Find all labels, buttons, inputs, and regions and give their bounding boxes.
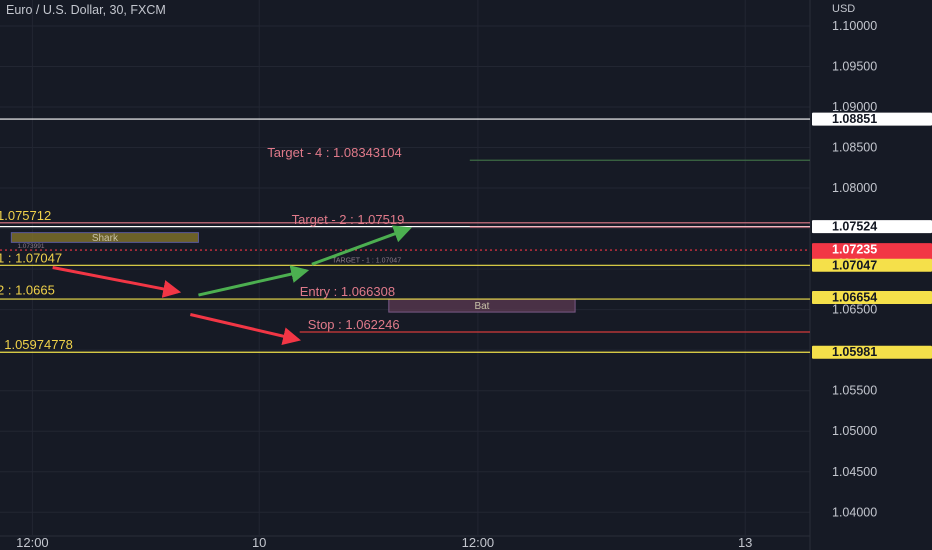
y-tick-label: 1.05000: [832, 424, 877, 438]
white-level-axis-value: 1.08851: [832, 112, 877, 126]
target-2-label: Target - 2 : 1.07519: [292, 212, 405, 227]
symbol-title[interactable]: Euro / U.S. Dollar, 30, FXCM: [6, 3, 166, 17]
y-tick-label: 1.08500: [832, 141, 877, 155]
bat-box-label: Bat: [474, 301, 489, 312]
stop-label: Stop : 1.062246: [308, 317, 400, 332]
white-level-2-axis-value: 1.07524: [832, 220, 877, 234]
target-4-label: Target - 4 : 1.08343104: [267, 145, 401, 160]
small-price-label: 1.073991: [17, 243, 44, 250]
y-tick-label: 1.04500: [832, 465, 877, 479]
level-3-axis-value: 1.05981: [832, 345, 877, 359]
current-price-axis-value: 1.07235: [832, 243, 877, 257]
shark-top-label: 1.075712: [0, 208, 51, 223]
y-tick-label: 1.10000: [832, 19, 877, 33]
entry-label: Entry : 1.066308: [300, 284, 395, 299]
y-tick-label: 1.08000: [832, 181, 877, 195]
shark-box-label: Shark: [92, 233, 119, 244]
y-tick-label: 1.06500: [832, 303, 877, 317]
level-3-label: : 1.05974778: [0, 337, 73, 352]
y-tick-label: 1.09500: [832, 59, 877, 73]
x-tick-label: 10: [252, 535, 266, 550]
x-tick-label: 13: [738, 535, 752, 550]
level-2-axis-value: 1.06654: [832, 290, 877, 304]
x-tick-label: 12:00: [462, 535, 495, 550]
y-tick-label: 1.04000: [832, 505, 877, 519]
level-2-label: 2 : 1.0665: [0, 282, 55, 297]
target-small-label: TARGET - 1 : 1.07047: [332, 257, 401, 264]
level-1-axis-value: 1.07047: [832, 258, 877, 272]
x-tick-label: 12:00: [16, 535, 49, 550]
y-tick-label: 1.05500: [832, 384, 877, 398]
chart-background: [0, 0, 932, 550]
price-axis-unit: USD: [832, 3, 856, 15]
price-chart[interactable]: 1.100001.095001.090001.085001.080001.065…: [0, 0, 932, 550]
level-1-label: 1 : 1.07047: [0, 250, 62, 265]
